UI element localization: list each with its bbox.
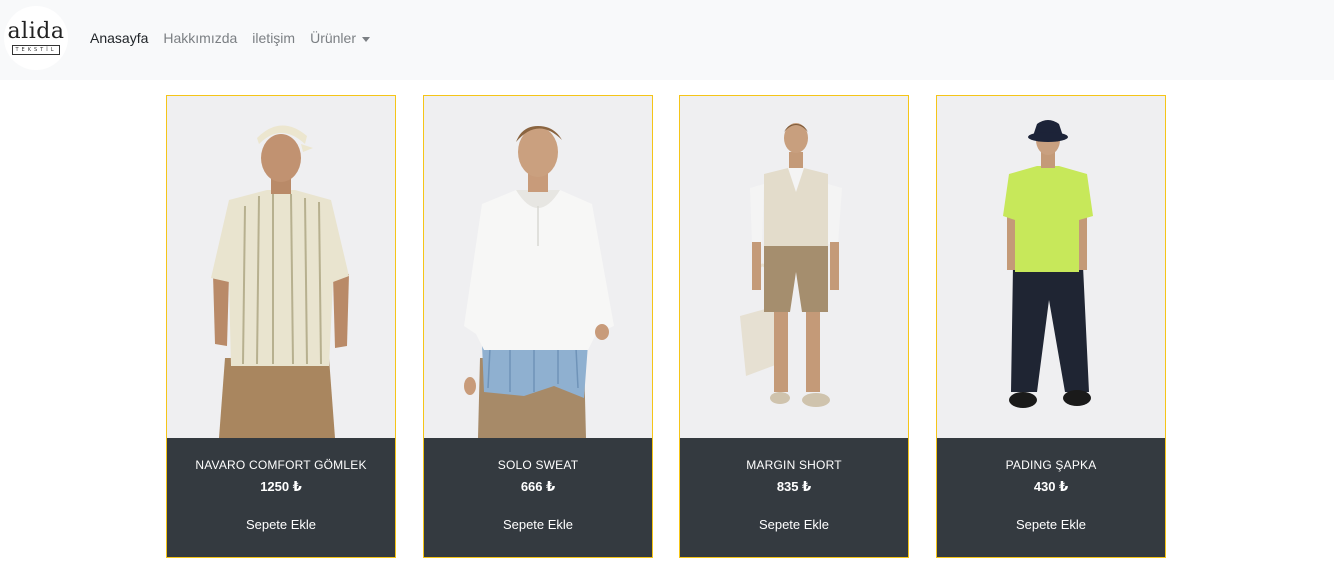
- nav-menu: Anasayfa Hakkımızda iletişim Ürünler: [90, 0, 385, 76]
- product-image[interactable]: [680, 96, 908, 438]
- nav-link-home[interactable]: Anasayfa: [90, 30, 148, 46]
- product-price: 835 ₺: [776, 479, 812, 494]
- product-name: NAVARO COMFORT GÖMLEK: [195, 458, 367, 472]
- product-card: SOLO SWEAT 666 ₺ Sepete Ekle: [423, 95, 653, 558]
- add-to-cart-button[interactable]: Sepete Ekle: [167, 517, 395, 532]
- top-navbar: alida TEKSTİL Anasayfa Hakkımızda iletiş…: [0, 0, 1334, 80]
- product-image[interactable]: [424, 96, 652, 438]
- add-to-cart-button[interactable]: Sepete Ekle: [937, 517, 1165, 532]
- product-price: 1250 ₺: [260, 479, 302, 494]
- product-name: SOLO SWEAT: [497, 458, 579, 472]
- nav-dropdown-products[interactable]: Ürünler: [310, 30, 370, 46]
- brand-logo[interactable]: alida TEKSTİL: [4, 6, 68, 70]
- product-card-footer: NAVARO COMFORT GÖMLEK 1250 ₺ Sepete Ekle: [167, 438, 395, 557]
- product-card: NAVARO COMFORT GÖMLEK 1250 ₺ Sepete Ekle: [166, 95, 396, 558]
- nav-link-contact[interactable]: iletişim: [252, 30, 295, 46]
- product-card-footer: SOLO SWEAT 666 ₺ Sepete Ekle: [424, 438, 652, 557]
- brand-name: alida: [7, 19, 65, 44]
- product-price: 430 ₺: [1033, 479, 1069, 494]
- brand-subtitle: TEKSTİL: [11, 45, 61, 55]
- product-card: MARGIN SHORT 835 ₺ Sepete Ekle: [679, 95, 909, 558]
- caret-down-icon: [361, 36, 370, 42]
- add-to-cart-button[interactable]: Sepete Ekle: [680, 517, 908, 532]
- product-name: PADING ŞAPKA: [1005, 458, 1097, 472]
- product-card: PADING ŞAPKA 430 ₺ Sepete Ekle: [936, 95, 1166, 558]
- product-card-footer: MARGIN SHORT 835 ₺ Sepete Ekle: [680, 438, 908, 557]
- product-price: 666 ₺: [520, 479, 556, 494]
- product-name: MARGIN SHORT: [746, 458, 842, 472]
- product-card-footer: PADING ŞAPKA 430 ₺ Sepete Ekle: [937, 438, 1165, 557]
- product-image[interactable]: [167, 96, 395, 438]
- add-to-cart-button[interactable]: Sepete Ekle: [424, 517, 652, 532]
- nav-link-products-label: Ürünler: [310, 30, 356, 46]
- product-image[interactable]: [937, 96, 1165, 438]
- nav-link-about[interactable]: Hakkımızda: [163, 30, 237, 46]
